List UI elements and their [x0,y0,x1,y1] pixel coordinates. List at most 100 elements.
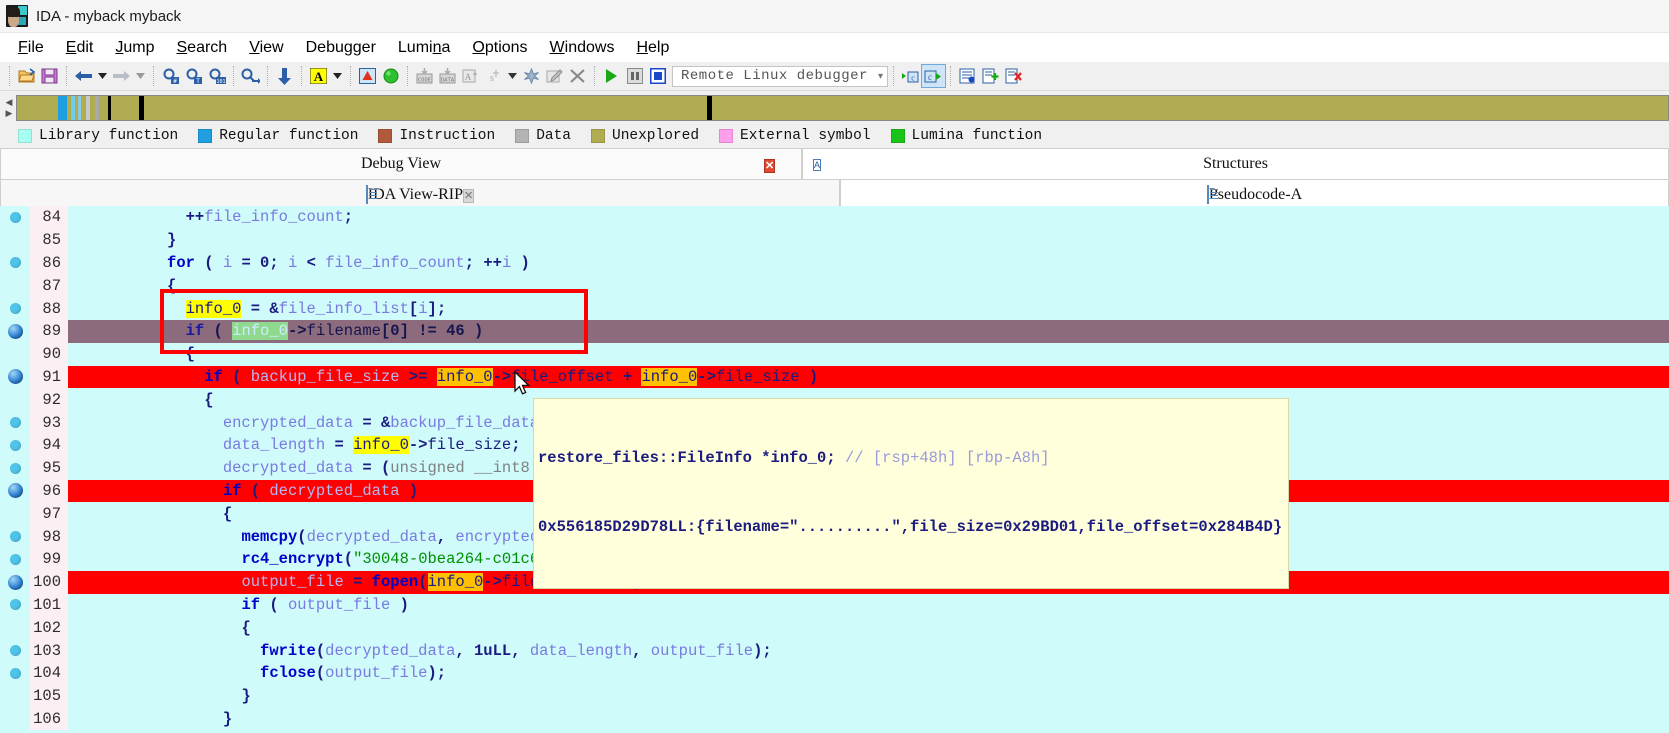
run-icon[interactable] [600,65,623,87]
code-line[interactable]: 87 { [0,274,1669,298]
code-line[interactable]: 86 for ( i = 0; i < file_info_count; ++ i… [0,251,1669,275]
breakpoint-available-icon[interactable] [9,531,21,543]
line-marker-gutter[interactable] [0,342,30,366]
breakpoints-list-icon[interactable] [956,65,979,87]
menu-jump[interactable]: Jump [105,37,164,59]
make-data-icon[interactable]: DATA [436,65,459,87]
line-marker-gutter[interactable] [0,570,30,594]
code-line[interactable]: 89 if ( info_0 -> filename[0] != 46 ) [0,319,1669,343]
remove-breakpoint-icon[interactable] [1002,65,1025,87]
code-line[interactable]: 105 } [0,684,1669,708]
line-marker-gutter[interactable] [0,297,30,320]
code-line-text[interactable]: } [68,229,1669,252]
tab-debug-view-close-icon[interactable]: ✕ [764,156,779,173]
code-line[interactable]: 84 ++ file_info_count; [0,206,1669,229]
navband-scroll-arrows[interactable]: ◀ ▶ [2,94,16,122]
line-marker-gutter[interactable] [0,319,30,343]
green-circle-icon[interactable] [379,65,402,87]
code-line[interactable]: 88 info_0 = & file_info_list[i]; [0,297,1669,320]
make-code-icon[interactable]: CODE [413,65,436,87]
menu-search[interactable]: Search [167,37,238,59]
line-marker-gutter[interactable] [0,547,30,571]
open-file-icon[interactable] [15,65,38,87]
line-marker-gutter[interactable] [0,433,30,457]
line-marker-gutter[interactable] [0,684,30,708]
line-marker-gutter[interactable] [0,274,30,298]
code-line[interactable]: 106 } [0,707,1669,731]
menu-help[interactable]: Help [626,37,679,59]
debugger-select[interactable]: Remote Linux debugger ▾ [672,65,888,87]
navigate-back-dropdown-icon[interactable] [95,65,110,87]
menu-options[interactable]: Options [462,37,537,59]
make-struct-icon[interactable]: s [482,65,505,87]
tab-debug-view[interactable]: Debug View ✕ [0,148,802,179]
line-marker-gutter[interactable] [0,456,30,480]
code-line-text[interactable]: if ( output_file ) [68,594,1669,617]
breakpoint-set-icon[interactable] [7,574,23,590]
menu-windows[interactable]: Windows [540,37,625,59]
line-marker-gutter[interactable] [0,639,30,662]
alignment-icon[interactable]: A [307,65,330,87]
line-marker-gutter[interactable] [0,228,30,252]
menu-debugger[interactable]: Debugger [296,37,386,59]
breakpoint-set-icon[interactable] [7,369,23,385]
tab-ida-view-rip[interactable]: IDA View-RIP ✕ [0,179,840,209]
code-line-text[interactable]: if ( info_0 -> filename[0] != 46 ) [68,319,1669,343]
graph-view-icon[interactable] [356,65,379,87]
code-line[interactable]: 90 { [0,342,1669,366]
code-line-text[interactable]: } [68,685,1669,708]
make-struct-dropdown-icon[interactable] [505,65,520,87]
save-file-icon[interactable] [38,65,61,87]
step-over-icon[interactable]: c [920,64,946,88]
line-marker-gutter[interactable] [0,251,30,275]
code-line[interactable]: 104 fclose(output_file); [0,661,1669,685]
code-line-text[interactable]: for ( i = 0; i < file_info_count; ++ i ) [68,252,1669,275]
line-marker-gutter[interactable] [0,365,30,389]
breakpoint-available-icon[interactable] [9,211,21,223]
breakpoint-available-icon[interactable] [9,667,21,679]
jump-down-icon[interactable] [273,65,296,87]
code-line-text[interactable]: fclose(output_file); [68,662,1669,685]
pause-icon[interactable] [623,65,646,87]
search-hex-icon[interactable]: # [159,65,182,87]
code-line[interactable]: 85 } [0,228,1669,252]
menu-file[interactable]: File [8,37,54,59]
breakpoint-available-icon[interactable] [9,553,21,565]
code-line-text[interactable]: { [68,274,1669,297]
navigate-forward-dropdown-icon[interactable] [133,65,148,87]
line-marker-gutter[interactable] [0,661,30,685]
code-line[interactable]: 102 { [0,616,1669,640]
step-into-icon[interactable]: c [899,65,922,87]
line-marker-gutter[interactable] [0,707,30,731]
code-line-text[interactable]: info_0 = & file_info_list[i]; [68,297,1669,320]
navigation-band[interactable] [16,95,1669,121]
undefine-icon[interactable] [520,65,543,87]
breakpoint-available-icon[interactable] [9,257,21,269]
search-next-icon[interactable] [239,65,262,87]
code-line-text[interactable]: { [68,343,1669,366]
breakpoint-set-icon[interactable] [7,323,23,339]
breakpoint-available-icon[interactable] [9,439,21,451]
navband-right-arrow-icon[interactable]: ▶ [6,108,13,119]
search-immediate-icon[interactable]: 101 [205,65,228,87]
breakpoint-available-icon[interactable] [9,645,21,657]
line-marker-gutter[interactable] [0,502,30,526]
code-line[interactable]: 101 if ( output_file ) [0,593,1669,617]
menu-lumina[interactable]: Lumina [388,37,461,59]
add-breakpoint-icon[interactable] [979,65,1002,87]
code-line-text[interactable]: ++ file_info_count; [68,206,1669,229]
line-marker-gutter[interactable] [0,616,30,640]
tab-ida-view-rip-close-icon[interactable]: ✕ [462,186,475,204]
menu-edit[interactable]: Edit [56,37,104,59]
breakpoint-available-icon[interactable] [9,462,21,474]
navigate-back-icon[interactable] [72,65,95,87]
menu-view[interactable]: View [239,37,293,59]
code-line-text[interactable]: } [68,708,1669,731]
breakpoint-available-icon[interactable] [9,303,21,315]
tab-pseudocode-a[interactable]: Pseudocode-A [840,179,1669,209]
code-line[interactable]: 103 fwrite(decrypted_data, 1uLL, data_le… [0,639,1669,662]
line-marker-gutter[interactable] [0,206,30,229]
alignment-dropdown-icon[interactable] [330,65,345,87]
navigate-forward-icon[interactable] [110,65,133,87]
search-text-icon[interactable]: T [182,65,205,87]
